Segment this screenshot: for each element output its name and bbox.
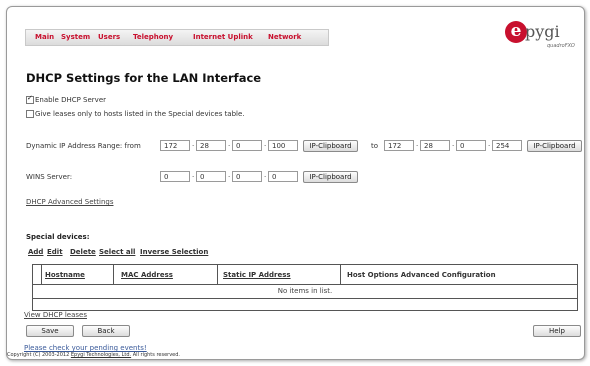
wins-octet-3[interactable]: 0	[232, 171, 262, 182]
column-divider	[217, 265, 218, 284]
menu-item-system[interactable]: System	[61, 33, 90, 41]
inverse-selection-link[interactable]: Inverse Selection	[140, 248, 208, 256]
company-link[interactable]: Epygi Technologies, Ltd.	[71, 352, 131, 358]
view-dhcp-leases-link[interactable]: View DHCP leases	[24, 311, 87, 319]
wins-octet-2[interactable]: 0	[196, 171, 226, 182]
range-from-octet-4[interactable]: 100	[268, 140, 298, 151]
give-leases-checkbox[interactable]	[26, 110, 34, 118]
empty-list-message: No items in list.	[277, 287, 333, 295]
special-devices-title: Special devices:	[26, 233, 90, 241]
logo-subtitle: quadroFXO	[547, 43, 575, 49]
wins-octet-4[interactable]: 0	[268, 171, 298, 182]
enable-dhcp-checkbox[interactable]	[26, 94, 34, 104]
delete-link[interactable]: Delete	[70, 248, 96, 256]
logo-text: pygi	[525, 22, 560, 41]
ip-clipboard-from-button[interactable]: IP-Clipboard	[303, 140, 358, 152]
range-from-octet-3[interactable]: 0	[232, 140, 262, 151]
menu-item-main[interactable]: Main	[35, 33, 54, 41]
column-header-mac-address[interactable]: MAC Address	[121, 271, 173, 279]
special-devices-table: Hostname MAC Address Static IP Address H…	[32, 264, 578, 311]
wins-server-label: WINS Server:	[26, 173, 73, 181]
menu-item-users[interactable]: Users	[98, 33, 120, 41]
range-to-octet-1[interactable]: 172	[384, 140, 414, 151]
back-button[interactable]: Back	[82, 325, 130, 337]
octet-dot: .	[416, 140, 419, 148]
ip-clipboard-to-button[interactable]: IP-Clipboard	[527, 140, 582, 152]
copyright-suffix: All rights reserved.	[132, 352, 181, 358]
top-menu-bar: Main System Users Telephony Internet Upl…	[25, 29, 329, 46]
octet-dot: .	[452, 140, 455, 148]
column-divider	[41, 265, 42, 284]
menu-item-network[interactable]: Network	[268, 33, 301, 41]
select-all-link[interactable]: Select all	[99, 248, 135, 256]
pending-events-link[interactable]: Please check your pending events!	[24, 344, 147, 352]
save-button[interactable]: Save	[26, 325, 74, 337]
octet-dot: .	[264, 140, 267, 148]
column-header-static-ip-address[interactable]: Static IP Address	[223, 271, 291, 279]
copyright-footer: Copyright (C) 2003-2012 Epygi Technologi…	[7, 352, 180, 358]
enable-dhcp-label: Enable DHCP Server	[35, 96, 107, 104]
edit-link[interactable]: Edit	[47, 248, 63, 256]
help-button[interactable]: Help	[533, 325, 581, 337]
range-from-octet-1[interactable]: 172	[160, 140, 190, 151]
epygi-logo: e pygi quadroFXO	[505, 21, 584, 59]
column-divider	[113, 265, 114, 284]
dhcp-advanced-settings-link[interactable]: DHCP Advanced Settings	[26, 198, 114, 206]
octet-dot: .	[192, 171, 195, 179]
range-to-octet-3[interactable]: 0	[456, 140, 486, 151]
octet-dot: .	[264, 171, 267, 179]
wins-octet-1[interactable]: 0	[160, 171, 190, 182]
column-header-hostname[interactable]: Hostname	[45, 271, 85, 279]
column-header-host-options: Host Options Advanced Configuration	[347, 271, 496, 279]
logo-mark: e	[505, 21, 527, 43]
main-window: Main System Users Telephony Internet Upl…	[6, 6, 585, 360]
copyright-prefix: Copyright (C) 2003-2012	[7, 352, 70, 358]
range-to-label: to	[371, 142, 379, 150]
column-divider	[340, 265, 341, 284]
menu-item-telephony[interactable]: Telephony	[133, 33, 173, 41]
ip-clipboard-wins-button[interactable]: IP-Clipboard	[303, 171, 358, 183]
octet-dot: .	[488, 140, 491, 148]
octet-dot: .	[192, 140, 195, 148]
menu-item-internet-uplink[interactable]: Internet Uplink	[193, 33, 253, 41]
give-leases-label: Give leases only to hosts listed in the …	[35, 110, 245, 118]
table-header: Hostname MAC Address Static IP Address H…	[33, 265, 577, 285]
add-link[interactable]: Add	[28, 248, 43, 256]
range-to-octet-2[interactable]: 28	[420, 140, 450, 151]
table-row: No items in list.	[33, 284, 577, 299]
octet-dot: .	[228, 171, 231, 179]
ip-range-label: Dynamic IP Address Range: from	[26, 142, 141, 150]
range-from-octet-2[interactable]: 28	[196, 140, 226, 151]
page-title: DHCP Settings for the LAN Interface	[26, 71, 262, 85]
octet-dot: .	[228, 140, 231, 148]
range-to-octet-4[interactable]: 254	[492, 140, 522, 151]
